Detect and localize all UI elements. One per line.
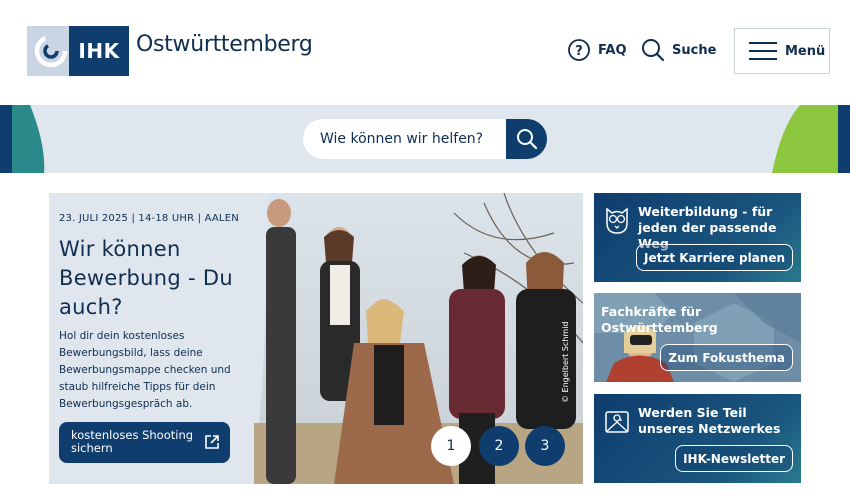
karriere-planen-button[interactable]: Jetzt Karriere planen: [636, 244, 793, 271]
photo-credit: © Engelbert Schmid: [561, 321, 570, 404]
decorative-shape-right: [772, 105, 850, 173]
search-submit-button[interactable]: [506, 119, 547, 159]
faq-link[interactable]: ? FAQ: [566, 37, 627, 63]
site-header: IHK Ostwürttemberg ? FAQ Suche Menü: [0, 0, 850, 105]
card-fachkraefte[interactable]: Fachkräfte für Ostwürttemberg Zum Fokust…: [594, 293, 801, 382]
event-date: 23. JULI 2025 | 14-18 UHR | AALEN: [59, 213, 239, 224]
svg-text:?: ?: [575, 44, 583, 59]
menu-button[interactable]: Menü: [734, 28, 830, 74]
card-weiterbildung[interactable]: Weiterbildung - für jeden der passende W…: [594, 193, 801, 282]
slide-page-3[interactable]: 3: [525, 426, 565, 466]
newsletter-button[interactable]: IHK-Newsletter: [675, 445, 793, 472]
search-icon: [516, 129, 537, 150]
logo-region-name: Ostwürttemberg: [136, 31, 313, 57]
mail-icon: [605, 411, 629, 433]
search-band: Wie können wir helfen?: [0, 105, 850, 173]
card-netzwerk[interactable]: Werden Sie Teil unseres Netzwerkes IHK-N…: [594, 394, 801, 483]
decorative-shape-left: [0, 105, 45, 173]
hero-description: Hol dir dein kostenloses Bewerbungsbild,…: [59, 330, 231, 410]
hamburger-icon: [749, 42, 777, 60]
search-input[interactable]: Wie können wir helfen?: [303, 119, 506, 159]
fokusthema-button[interactable]: Zum Fokusthema: [660, 344, 793, 371]
external-link-icon: [205, 435, 219, 449]
menu-label: Menü: [785, 43, 826, 59]
shooting-cta-button[interactable]: kostenloses Shooting sichern: [59, 422, 230, 463]
search-link[interactable]: Suche: [640, 37, 716, 63]
search-icon: [642, 39, 665, 62]
slide-page-2[interactable]: 2: [479, 426, 519, 466]
card-title: Werden Sie Teil unseres Netzwerkes: [638, 405, 781, 436]
owl-icon: [606, 207, 628, 234]
slide-page-1[interactable]: 1: [431, 426, 471, 466]
faq-label: FAQ: [598, 42, 627, 58]
hero-teaser: 23. JULI 2025 | 14-18 UHR | AALEN Wir kö…: [49, 193, 583, 484]
logo-ihk-text: IHK: [69, 26, 129, 76]
search-form: Wie können wir helfen?: [303, 119, 547, 159]
question-icon: ?: [568, 39, 590, 61]
ihk-logo[interactable]: IHK Ostwürttemberg: [27, 26, 313, 76]
logo-emblem-icon: [27, 26, 69, 76]
search-label: Suche: [672, 42, 717, 58]
hero-title: Wir können Bewerbung - Du auch?: [59, 237, 233, 319]
card-title: Fachkräfte für Ostwürttemberg: [601, 304, 718, 335]
hero-text-block: 23. JULI 2025 | 14-18 UHR | AALEN Wir kö…: [59, 213, 254, 413]
